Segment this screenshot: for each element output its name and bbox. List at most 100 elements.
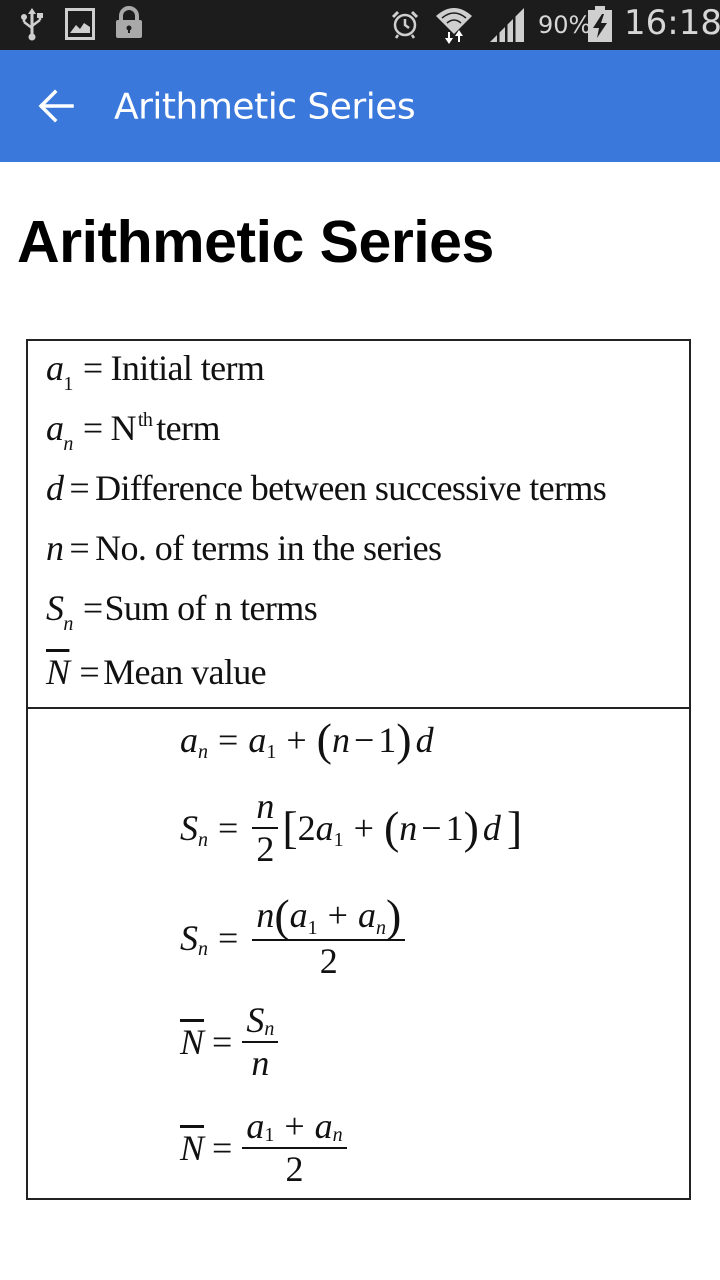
formula-symbol: n: [331, 720, 350, 760]
formula-symbol: d: [482, 808, 501, 849]
signal-icon: [490, 8, 526, 47]
equals-sign: =: [212, 1128, 233, 1169]
formula-mean-1: N = Sn n: [180, 1000, 282, 1084]
denominator: 2: [319, 941, 338, 981]
page-title: Arithmetic Series: [17, 209, 494, 275]
numerator: a1 + an: [242, 1106, 346, 1147]
subscript: 1: [63, 373, 73, 395]
left-paren: (: [274, 890, 290, 941]
definition-text: Mean value: [103, 652, 267, 692]
formula-number: 2: [297, 808, 316, 849]
formula-symbol: N: [180, 1022, 205, 1063]
definition-row: an = Nth term: [46, 407, 220, 455]
fraction: Sn n: [242, 1000, 279, 1084]
formula-subscript: n: [264, 1017, 275, 1040]
formula-symbol: S: [180, 808, 198, 849]
plus-sign: +: [286, 720, 307, 760]
formula-number: 1: [445, 808, 464, 849]
formula-subscript: n: [332, 1123, 343, 1146]
formula-symbol: a: [180, 720, 198, 760]
app-bar-title: Arithmetic Series: [114, 86, 416, 128]
equals-sign: =: [82, 588, 103, 628]
formula-number: 1: [378, 720, 397, 760]
formula-symbol: a: [289, 895, 308, 936]
subscript: n: [63, 433, 73, 455]
formula-symbol: N: [180, 1128, 205, 1169]
denominator: 2: [285, 1148, 304, 1189]
definition-row: N = Mean value: [46, 651, 267, 693]
definition-text: Difference between successive terms: [95, 468, 607, 508]
symbol: S: [46, 588, 64, 628]
formula-symbol: n: [399, 808, 418, 849]
formula-symbol: a: [314, 1106, 333, 1146]
definition-text: No. of terms in the series: [95, 528, 442, 568]
definition-row: n = No. of terms in the series: [46, 527, 442, 569]
wifi-icon: [434, 4, 474, 49]
denominator: 2: [256, 828, 275, 869]
minus-sign: −: [421, 808, 442, 849]
symbol: n: [46, 528, 64, 568]
alarm-icon: [390, 9, 420, 44]
formula-subscript: 1: [266, 740, 277, 763]
battery-percent: 90%: [538, 11, 592, 39]
right-paren: ): [463, 802, 479, 854]
symbol: d: [46, 468, 64, 508]
clock: 16:18: [624, 3, 720, 43]
equals-sign: =: [82, 348, 103, 388]
formula-symbol: a: [248, 720, 267, 760]
fraction: n 2: [252, 786, 279, 870]
image-icon: [65, 8, 95, 45]
symbol: N: [46, 652, 70, 692]
equals-sign: =: [218, 720, 239, 760]
equals-sign: =: [218, 917, 239, 958]
plus-sign: +: [353, 808, 374, 849]
formula-subscript: n: [198, 740, 208, 763]
denominator: n: [251, 1042, 270, 1083]
subscript: n: [63, 613, 73, 635]
fraction: a1 + an 2: [242, 1106, 347, 1190]
formula-symbol: n: [256, 895, 275, 936]
app-bar: Arithmetic Series: [0, 50, 720, 162]
numerator: n: [256, 786, 275, 826]
formula-subscript: 1: [264, 1123, 275, 1146]
formula-symbol: S: [246, 1000, 265, 1040]
definition-row: Sn =Sum of n terms: [46, 587, 318, 635]
formula-nth-term: an = a1 + ( n − 1 ) d: [180, 717, 434, 763]
fraction: n ( a1 + an ) 2: [252, 890, 406, 982]
symbol: a: [46, 348, 64, 388]
usb-icon: [20, 6, 44, 47]
formula-symbol: S: [180, 917, 198, 958]
formula-symbol: a: [357, 895, 376, 936]
definition-text: Initial term: [110, 348, 265, 388]
formula-symbol: a: [315, 808, 334, 849]
battery-charging-icon: [588, 6, 612, 47]
formula-mean-2: N = a1 + an 2: [180, 1106, 351, 1190]
left-paren: (: [383, 802, 400, 854]
right-bracket: ]: [506, 802, 523, 854]
definition-row: d = Difference between successive terms: [46, 467, 607, 509]
formula-subscript: 1: [333, 828, 344, 851]
minus-sign: −: [353, 720, 375, 760]
numerator: n ( a1 + an ): [252, 890, 405, 941]
status-bar: 90% 16:18: [0, 0, 720, 50]
formula-symbol: a: [246, 1106, 265, 1146]
formula-sum-2: Sn = n ( a1 + an ) 2: [180, 893, 409, 982]
right-paren: ): [385, 890, 402, 941]
symbol: a: [46, 408, 64, 448]
formula-symbol: d: [415, 720, 434, 760]
definition-text-prefix: N: [110, 408, 137, 448]
left-paren: (: [316, 714, 332, 765]
arrow-left-icon: [38, 89, 74, 123]
right-paren: ): [396, 714, 412, 765]
back-button[interactable]: [30, 80, 82, 132]
definition-row: a1 = Initial term: [46, 347, 265, 395]
equals-sign: =: [212, 1022, 233, 1063]
left-bracket: [: [282, 802, 298, 854]
equals-sign: =: [69, 528, 90, 568]
numerator: Sn: [242, 1000, 278, 1041]
definition-text: Sum of n terms: [104, 588, 318, 628]
formula-subscript: n: [198, 938, 208, 961]
definition-text: term: [156, 408, 220, 448]
equals-sign: =: [79, 652, 100, 692]
equals-sign: =: [218, 808, 239, 849]
